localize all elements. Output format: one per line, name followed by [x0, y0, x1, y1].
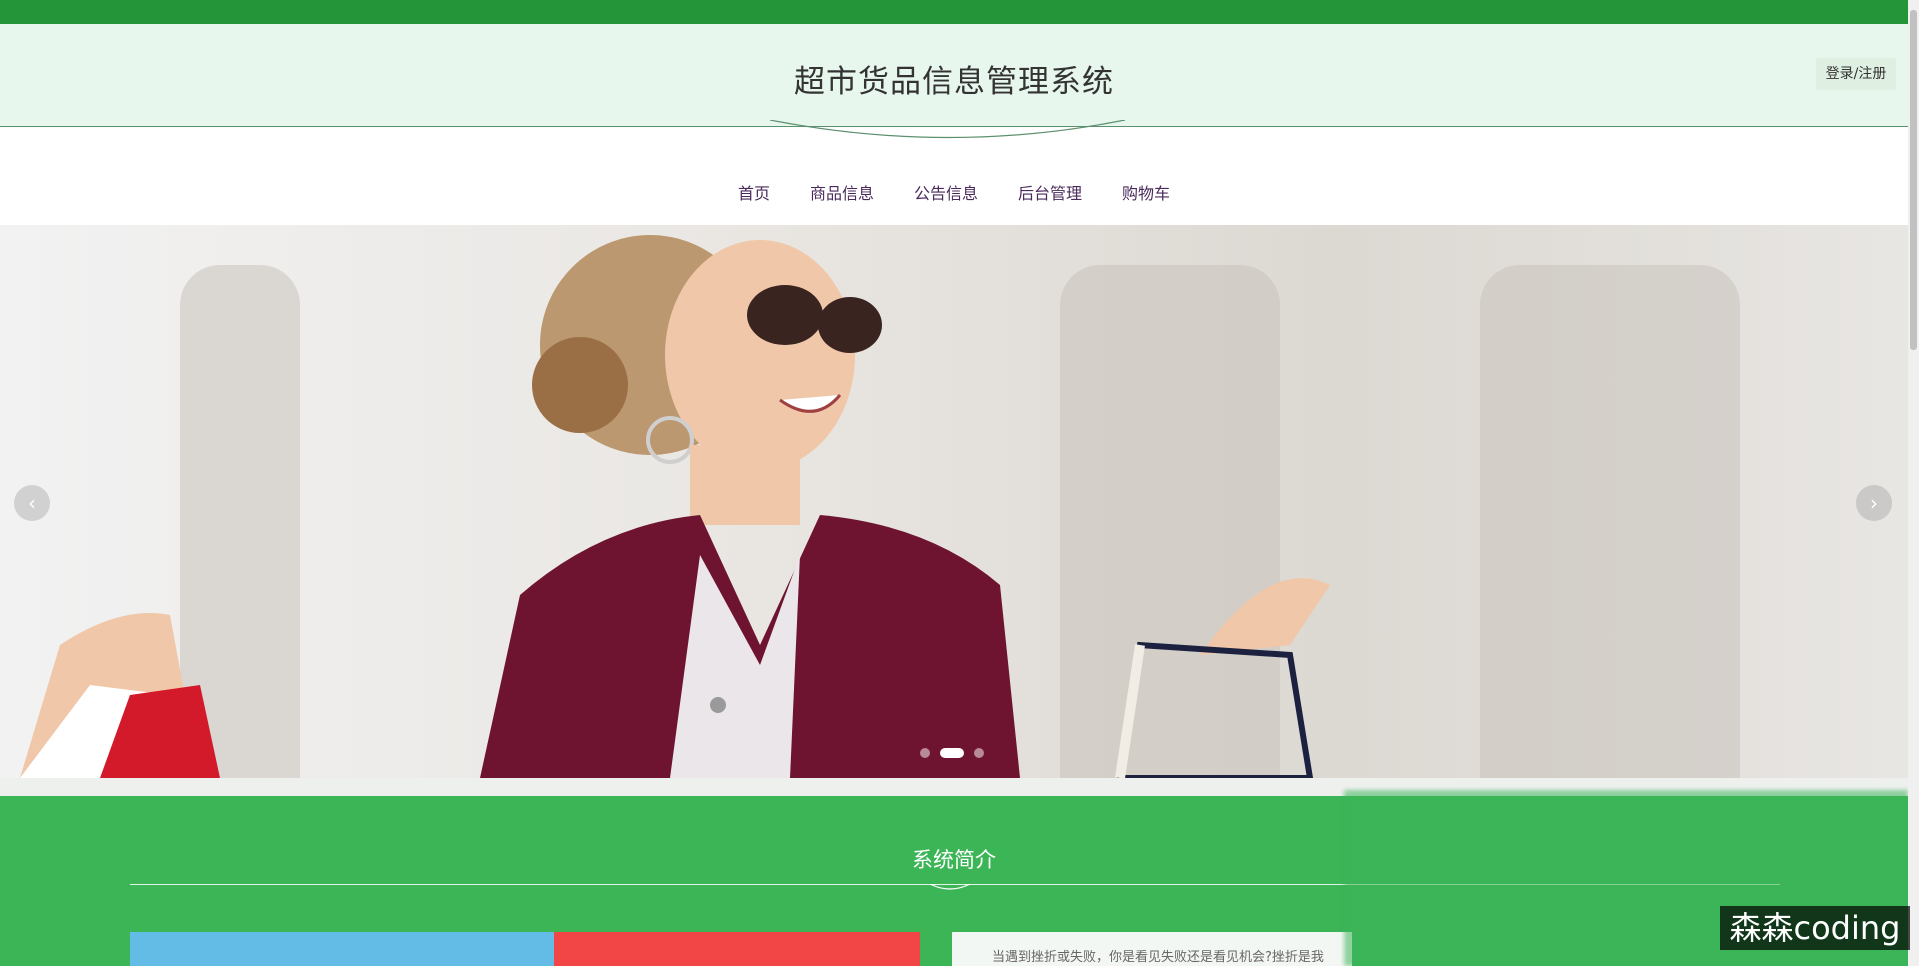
nav-list: 首页 商品信息 公告信息 后台管理 购物车 [0, 180, 1908, 232]
top-color-bar [0, 0, 1908, 24]
intro-divider-notch [930, 884, 970, 890]
login-register-button[interactable]: 登录/注册 [1816, 58, 1896, 90]
carousel-dot[interactable] [920, 748, 930, 758]
page-scrollbar[interactable] [1908, 0, 1919, 966]
intro-image-blue-block [130, 932, 554, 966]
carousel-indicators [920, 748, 984, 758]
site-title: 超市货品信息管理系统 [794, 64, 1114, 100]
scrollbar-thumb[interactable] [1910, 10, 1917, 350]
nav-item-home[interactable]: 首页 [717, 180, 790, 232]
site-header: 超市货品信息管理系统 登录/注册 [0, 24, 1908, 127]
nav-item-cart[interactable]: 购物车 [1102, 180, 1190, 204]
nav-item-products[interactable]: 商品信息 [790, 180, 894, 204]
carousel-dot-active[interactable] [940, 748, 964, 758]
watermark-label: 森森coding [1720, 906, 1910, 950]
carousel-dot[interactable] [974, 748, 984, 758]
intro-image-red-block [554, 932, 920, 966]
carousel-next-arrow-icon[interactable]: › [1856, 485, 1892, 521]
intro-text: 当遇到挫折或失败，你是看见失败还是看见机会?挫折是我 [992, 950, 1324, 965]
main-nav: 首页 商品信息 公告信息 后台管理 购物车 [0, 150, 1908, 232]
intro-text-box: 当遇到挫折或失败，你是看见失败还是看见机会?挫折是我 [952, 932, 1352, 966]
header-curve-decoration [769, 120, 1126, 139]
nav-item-admin[interactable]: 后台管理 [998, 180, 1102, 204]
banner-photo-woman-shopping [20, 235, 1330, 778]
carousel-prev-arrow-icon[interactable]: ‹ [14, 485, 50, 521]
banner-carousel[interactable]: ‹ › [0, 225, 1908, 778]
nav-item-notices[interactable]: 公告信息 [894, 180, 998, 204]
